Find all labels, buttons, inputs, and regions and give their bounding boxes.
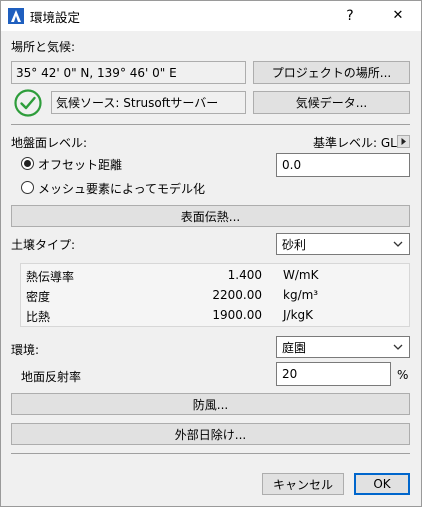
offset-distance-label: オフセット距離 (38, 158, 123, 172)
property-unit: J/kgK (283, 308, 314, 322)
soil-type-heading: 土壌タイプ: (11, 238, 76, 252)
external-shading-button[interactable]: 外部日除け... (11, 423, 410, 445)
surface-heat-transfer-button[interactable]: 表面伝熱... (11, 205, 410, 227)
help-button[interactable]: ? (328, 1, 372, 31)
offset-distance-radio[interactable] (21, 157, 34, 170)
close-button[interactable]: ✕ (376, 1, 420, 31)
climate-source-field: 気候ソース: Strusoftサーバー (51, 91, 246, 114)
albedo-unit: % (397, 368, 409, 382)
soil-type-value: 砂利 (282, 237, 307, 252)
cancel-button[interactable]: キャンセル (262, 473, 344, 495)
chevron-down-icon (393, 344, 403, 350)
climate-data-button[interactable]: 気候データ... (253, 91, 410, 114)
chevron-down-icon (393, 241, 403, 247)
property-value: 1.400 (227, 268, 262, 282)
property-unit: W/mK (283, 268, 319, 282)
offset-distance-input[interactable]: 0.0 (276, 153, 410, 177)
albedo-label: 地面反射率 (21, 370, 82, 384)
project-location-button[interactable]: プロジェクトの場所... (253, 61, 410, 84)
coordinates-field: 35° 42' 0" N, 139° 46' 0" E (11, 61, 246, 84)
mesh-model-label: メッシュ要素によってモデル化 (38, 182, 206, 196)
environment-heading: 環境: (11, 343, 40, 357)
environment-select[interactable]: 庭園 (276, 336, 410, 358)
location-heading: 場所と気候: (11, 40, 76, 54)
property-name: 熱伝導率 (26, 270, 75, 284)
separator (11, 453, 410, 454)
play-arrow-icon (401, 138, 406, 145)
soil-type-select[interactable]: 砂利 (276, 233, 410, 255)
property-name: 比熱 (26, 310, 51, 324)
property-unit: kg/m³ (283, 288, 319, 302)
window-title: 環境設定 (30, 10, 81, 25)
mesh-model-radio[interactable] (21, 181, 34, 194)
ground-level-heading: 地盤面レベル: (11, 136, 88, 150)
separator (11, 124, 410, 125)
reference-level-arrow-button[interactable] (397, 135, 410, 148)
status-check-icon (14, 89, 42, 117)
ok-button[interactable]: OK (354, 473, 410, 495)
reference-level-label: 基準レベル: GL (313, 136, 397, 150)
albedo-input[interactable]: 20 (276, 362, 391, 386)
environment-value: 庭園 (282, 340, 307, 355)
property-name: 密度 (26, 290, 51, 304)
property-value: 2200.00 (212, 288, 262, 302)
app-icon (8, 8, 24, 24)
windbreak-button[interactable]: 防風... (11, 393, 410, 415)
property-value: 1900.00 (212, 308, 262, 322)
